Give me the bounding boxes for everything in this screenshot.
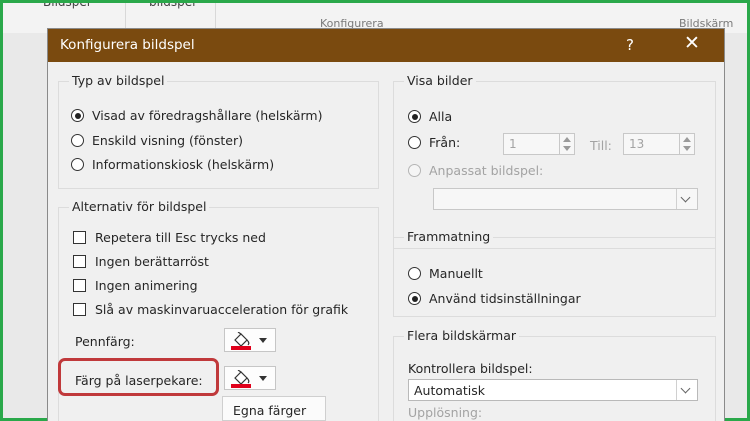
pen-color-swatch <box>231 346 251 350</box>
radio-button[interactable] <box>408 292 421 305</box>
slideshow-type-group: Typ av bildspel Visad av föredragshållar… <box>58 73 379 189</box>
multiple-monitors-group: Flera bildskärmar Kontrollera bildspel: … <box>393 328 716 421</box>
ribbon-tab[interactable]: bildspel <box>149 3 196 17</box>
ribbon-tab[interactable]: Bildspel <box>43 3 90 17</box>
radio-window[interactable]: Enskild visning (fönster) <box>71 133 243 148</box>
pen-color-label: Pennfärg: <box>75 334 135 349</box>
radio-button[interactable] <box>71 158 84 171</box>
checkbox[interactable] <box>73 255 86 268</box>
custom-colors-label[interactable]: Egna färger <box>233 403 306 418</box>
slide-pane-edge <box>3 33 47 418</box>
advance-group: Frammatning Manuellt Använd tidsinställn… <box>393 229 716 317</box>
radio-label: Visad av föredragshållare (helskärm) <box>92 108 323 123</box>
from-slide-spinner[interactable]: 1 <box>503 133 575 155</box>
spinner-value: 13 <box>629 137 645 151</box>
checkbox[interactable] <box>73 279 86 292</box>
resolution-label: Upplösning: <box>408 405 483 420</box>
chevron-down-icon <box>259 376 267 381</box>
spinner-buttons[interactable] <box>679 134 694 154</box>
group-label: Typ av bildspel <box>69 73 168 88</box>
radio-label: Använd tidsinställningar <box>429 291 581 306</box>
workspace-edge <box>725 33 747 418</box>
custom-show-select[interactable] <box>433 188 698 210</box>
dialog-title-bar: Konfigurera bildspel ? ✕ <box>48 29 724 62</box>
radio-label: Manuellt <box>429 266 483 281</box>
custom-colors-popup[interactable]: Egna färger <box>222 396 326 421</box>
laser-color-button[interactable] <box>224 366 276 390</box>
pen-color-button[interactable] <box>224 328 276 352</box>
radio-label: Anpassat bildspel: <box>429 163 544 178</box>
to-slide-spinner[interactable]: 13 <box>623 133 695 155</box>
chevron-down-icon <box>259 338 267 343</box>
radio-label: Alla <box>429 109 453 124</box>
group-label: Alternativ för bildspel <box>69 199 210 214</box>
checkbox-no-narration[interactable]: Ingen berättarröst <box>73 254 209 269</box>
radio-custom-show[interactable]: Anpassat bildspel: <box>408 163 543 178</box>
radio-label: Från: <box>429 135 461 150</box>
radio-button[interactable] <box>408 136 421 149</box>
laser-color-highlight <box>58 358 219 396</box>
radio-button[interactable] <box>71 134 84 147</box>
group-label: Frammatning <box>404 229 494 244</box>
control-show-label: Kontrollera bildspel: <box>408 361 533 376</box>
radio-kiosk[interactable]: Informationskiosk (helskärm) <box>71 157 274 172</box>
checkbox-label: Ingen animering <box>95 278 198 293</box>
radio-all-slides[interactable]: Alla <box>408 109 452 124</box>
checkbox-label: Slå av maskinvaruacceleration för grafik <box>95 302 349 317</box>
help-button[interactable]: ? <box>626 36 634 54</box>
to-label: Till: <box>590 138 612 153</box>
radio-label: Informationskiosk (helskärm) <box>92 157 275 172</box>
close-button[interactable]: ✕ <box>684 32 700 54</box>
radio-button[interactable] <box>408 110 421 123</box>
checkbox[interactable] <box>73 303 86 316</box>
radio-presenter[interactable]: Visad av föredragshållare (helskärm) <box>71 108 323 123</box>
show-slides-group: Visa bilder Alla Från: 1 Till: 13 Anpass… <box>393 73 716 249</box>
radio-button[interactable] <box>408 164 421 177</box>
checkbox[interactable] <box>73 231 86 244</box>
radio-label: Enskild visning (fönster) <box>92 133 244 148</box>
checkbox-loop[interactable]: Repetera till Esc trycks ned <box>73 230 266 245</box>
dialog-title: Konfigurera bildspel <box>60 37 195 53</box>
spinner-value: 1 <box>509 137 517 151</box>
laser-color-swatch <box>231 384 251 388</box>
chevron-down-icon <box>676 189 697 209</box>
chevron-down-icon <box>676 380 697 400</box>
radio-button[interactable] <box>408 267 421 280</box>
radio-manual[interactable]: Manuellt <box>408 266 483 281</box>
control-show-select[interactable]: Automatisk <box>408 379 698 401</box>
checkbox-hardware-acceleration[interactable]: Slå av maskinvaruacceleration för grafik <box>73 302 348 317</box>
checkbox-no-animation[interactable]: Ingen animering <box>73 278 198 293</box>
group-label: Visa bilder <box>404 73 476 88</box>
select-value: Automatisk <box>414 383 485 398</box>
group-label: Flera bildskärmar <box>404 328 520 343</box>
checkbox-label: Repetera till Esc trycks ned <box>95 230 266 245</box>
radio-use-timings[interactable]: Använd tidsinställningar <box>408 291 581 306</box>
checkbox-label: Ingen berättarröst <box>95 254 209 269</box>
radio-from-slides[interactable]: Från: <box>408 135 460 150</box>
spinner-buttons[interactable] <box>559 134 574 154</box>
radio-button[interactable] <box>71 109 84 122</box>
